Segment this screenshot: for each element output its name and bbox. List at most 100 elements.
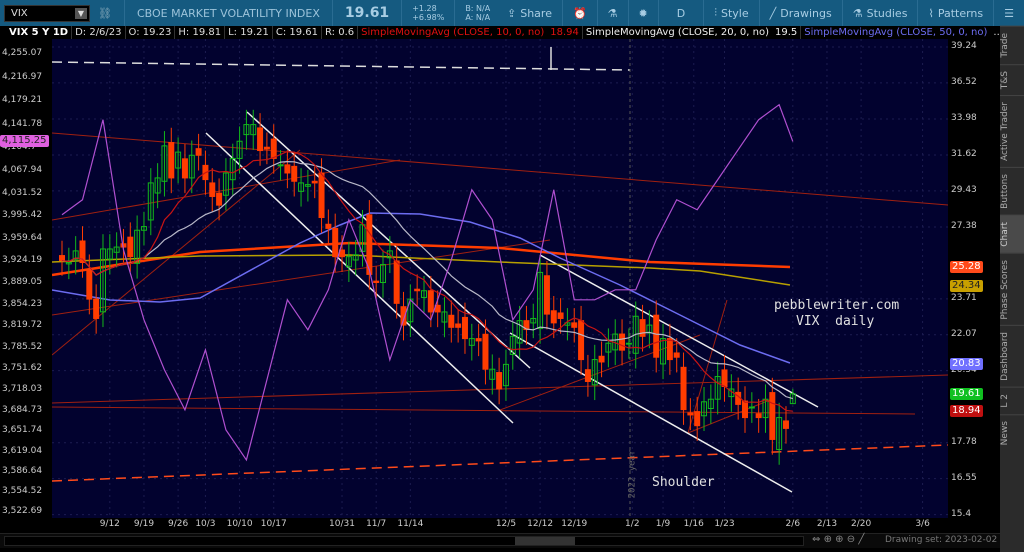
flask-button[interactable]: ⚗ <box>598 0 629 26</box>
link-icon[interactable]: ⛓ <box>98 7 112 20</box>
candle[interactable] <box>181 144 188 194</box>
share-button[interactable]: ⇪ Share <box>497 0 563 26</box>
style-button[interactable]: ⫶ Style <box>704 0 760 26</box>
candle[interactable] <box>762 384 769 433</box>
patterns-button[interactable]: ⌇ Patterns <box>918 0 995 26</box>
candle[interactable] <box>291 151 298 197</box>
side-tab-phase-scores[interactable]: Phase Scores <box>1000 252 1024 326</box>
candle[interactable] <box>571 308 578 343</box>
candle[interactable] <box>65 247 72 280</box>
candle[interactable] <box>209 168 216 212</box>
side-tab-l-2[interactable]: L 2 <box>1000 386 1024 414</box>
candle[interactable] <box>776 402 783 465</box>
candle[interactable] <box>127 222 134 272</box>
candle[interactable] <box>304 169 311 202</box>
horizontal-scrollbar[interactable] <box>4 536 804 546</box>
candle[interactable] <box>591 344 598 401</box>
symbol-input[interactable]: VIX ▼ <box>4 4 90 22</box>
candle[interactable] <box>598 341 605 378</box>
candle[interactable] <box>653 300 660 373</box>
candle[interactable] <box>578 305 585 375</box>
candle[interactable] <box>441 297 448 338</box>
candle[interactable] <box>502 349 509 401</box>
candle[interactable] <box>625 328 632 359</box>
candle[interactable] <box>298 168 305 207</box>
candle[interactable] <box>564 308 571 341</box>
candle[interactable] <box>782 406 789 444</box>
dashed-level-line[interactable] <box>52 61 631 71</box>
candle[interactable] <box>195 133 202 171</box>
candle[interactable] <box>789 388 796 405</box>
side-tab-active-trader[interactable]: Active Trader <box>1000 94 1024 167</box>
candle[interactable] <box>687 398 694 431</box>
sma20-label[interactable]: SimpleMovingAvg (CLOSE, 20, 0, no) <box>583 26 772 39</box>
scroll-thumb[interactable] <box>515 537 575 545</box>
channel-line[interactable] <box>205 132 514 424</box>
candle[interactable] <box>748 392 755 423</box>
alert-button[interactable]: ⏰ <box>563 0 598 26</box>
candle[interactable] <box>543 260 550 330</box>
trendline[interactable] <box>52 149 301 356</box>
candle[interactable] <box>721 355 728 402</box>
candle[interactable] <box>93 284 100 334</box>
candle[interactable] <box>59 240 65 276</box>
trendline[interactable] <box>687 299 728 434</box>
side-tab-news[interactable]: News <box>1000 413 1024 451</box>
candle[interactable] <box>168 127 175 194</box>
candle[interactable] <box>694 396 701 441</box>
candle[interactable] <box>707 384 714 424</box>
side-tab-chart[interactable]: Chart <box>1000 214 1024 253</box>
menu-button[interactable]: ☰ <box>994 0 1024 26</box>
side-tab-dashboard[interactable]: Dashboard <box>1000 325 1024 387</box>
candle[interactable] <box>407 284 414 337</box>
side-tab-trade[interactable]: Trade <box>1000 26 1024 64</box>
settings-button[interactable]: ✹ <box>629 0 659 26</box>
candle[interactable] <box>332 213 339 272</box>
side-tab-buttons[interactable]: Buttons <box>1000 166 1024 215</box>
candle[interactable] <box>523 305 530 345</box>
candle[interactable] <box>161 131 168 197</box>
crosshair-icon[interactable]: ⊕ <box>824 534 832 545</box>
candle[interactable] <box>147 168 154 236</box>
candle[interactable] <box>619 319 626 366</box>
zoom-in-icon[interactable]: ⊕ <box>835 534 843 545</box>
candle[interactable] <box>216 178 223 221</box>
candle[interactable] <box>584 354 591 397</box>
candle[interactable] <box>414 274 421 306</box>
candle[interactable] <box>86 254 93 315</box>
candle[interactable] <box>345 241 352 282</box>
candle[interactable] <box>318 158 325 233</box>
candle[interactable] <box>72 236 79 275</box>
candle[interactable] <box>680 352 687 425</box>
candle[interactable] <box>714 361 721 415</box>
sma10-label[interactable]: SimpleMovingAvg (CLOSE, 10, 0, no) <box>358 26 547 39</box>
candle[interactable] <box>496 357 503 405</box>
sma50-label[interactable]: SimpleMovingAvg (CLOSE, 50, 0, no) <box>801 26 990 39</box>
candle[interactable] <box>113 232 120 268</box>
candle[interactable] <box>243 109 250 150</box>
chevron-down-icon[interactable]: ▼ <box>75 7 87 19</box>
candle[interactable] <box>666 323 673 375</box>
candle[interactable] <box>257 113 264 166</box>
trendline[interactable] <box>52 239 551 316</box>
candle[interactable] <box>516 305 523 359</box>
candle[interactable] <box>489 354 496 395</box>
pan-icon[interactable]: ⇔ <box>812 534 820 545</box>
candle[interactable] <box>537 257 544 344</box>
studies-button[interactable]: ⚗ Studies <box>843 0 919 26</box>
candle[interactable] <box>769 377 776 455</box>
candle[interactable] <box>455 309 462 343</box>
candle[interactable] <box>530 303 537 339</box>
period-button[interactable]: D <box>659 0 705 26</box>
support-dashed-line[interactable] <box>52 444 948 482</box>
candle[interactable] <box>229 143 236 195</box>
candle[interactable] <box>99 234 106 328</box>
draw-icon[interactable]: ╱ <box>858 534 864 545</box>
candle[interactable] <box>134 215 141 279</box>
candle[interactable] <box>325 209 332 244</box>
candle[interactable] <box>742 386 748 433</box>
candle[interactable] <box>284 150 291 189</box>
side-tab-t-s[interactable]: T&S <box>1000 63 1024 95</box>
candle[interactable] <box>448 300 455 343</box>
candle[interactable] <box>701 387 708 432</box>
